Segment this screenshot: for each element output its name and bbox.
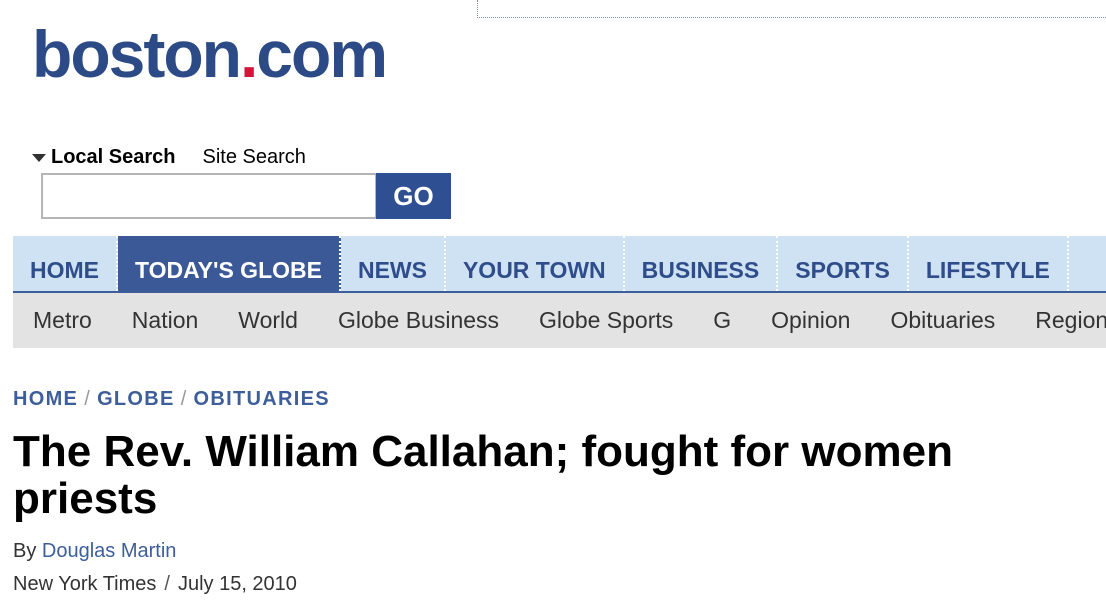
nav-home[interactable]: HOME — [13, 236, 118, 291]
nav-lifestyle[interactable]: LIFESTYLE — [909, 236, 1069, 291]
tab-site-search-label: Site Search — [202, 145, 306, 168]
breadcrumb-separator: / — [180, 388, 188, 410]
main-nav: HOME TODAY'S GLOBE NEWS YOUR TOWN BUSINE… — [13, 236, 1106, 293]
nav-business[interactable]: BUSINESS — [625, 236, 779, 291]
logo-dot: . — [239, 17, 258, 91]
subnav-regional[interactable]: Regional — [1035, 307, 1106, 334]
date-separator: / — [164, 573, 170, 595]
search-tabs: Local Search Site Search — [32, 144, 306, 170]
logo-name: boston — [32, 17, 242, 91]
search-input[interactable] — [41, 173, 377, 219]
nav-news[interactable]: NEWS — [341, 236, 446, 291]
nav-todays-globe[interactable]: TODAY'S GLOBE — [118, 236, 341, 291]
go-button[interactable]: GO — [376, 173, 451, 219]
breadcrumb-globe[interactable]: GLOBE — [97, 388, 175, 410]
subnav-globe-business[interactable]: Globe Business — [338, 307, 499, 334]
breadcrumb-obituaries[interactable]: OBITUARIES — [194, 388, 330, 410]
tab-local-search[interactable]: Local Search — [32, 146, 176, 169]
dateline: New York Times / July 15, 2010 — [13, 573, 297, 596]
caret-down-icon — [32, 154, 46, 162]
author-link[interactable]: Douglas Martin — [42, 540, 177, 562]
boston-com-logo[interactable]: boston.com — [32, 14, 388, 94]
breadcrumb: HOME / GLOBE / OBITUARIES — [13, 388, 330, 411]
subnav-metro[interactable]: Metro — [33, 307, 92, 334]
article-headline: The Rev. William Callahan; fought for wo… — [13, 427, 953, 523]
tab-local-search-label: Local Search — [51, 145, 176, 168]
subnav-obituaries[interactable]: Obituaries — [890, 307, 995, 334]
breadcrumb-home[interactable]: HOME — [13, 388, 78, 410]
byline-prefix: By — [13, 540, 37, 562]
tab-site-search[interactable]: Site Search — [203, 146, 306, 169]
sub-nav: Metro Nation World Globe Business Globe … — [13, 293, 1106, 348]
nav-your-town[interactable]: YOUR TOWN — [446, 236, 625, 291]
subnav-g[interactable]: G — [713, 307, 731, 334]
byline: By Douglas Martin — [13, 540, 176, 563]
ad-slot — [477, 0, 1106, 18]
breadcrumb-separator: / — [84, 388, 92, 410]
article-date: July 15, 2010 — [177, 573, 297, 595]
nav-sports[interactable]: SPORTS — [778, 236, 909, 291]
article-source: New York Times — [13, 573, 157, 595]
logo-tld: com — [256, 17, 388, 91]
subnav-world[interactable]: World — [238, 307, 298, 334]
subnav-globe-sports[interactable]: Globe Sports — [539, 307, 673, 334]
subnav-opinion[interactable]: Opinion — [771, 307, 850, 334]
subnav-nation[interactable]: Nation — [132, 307, 198, 334]
